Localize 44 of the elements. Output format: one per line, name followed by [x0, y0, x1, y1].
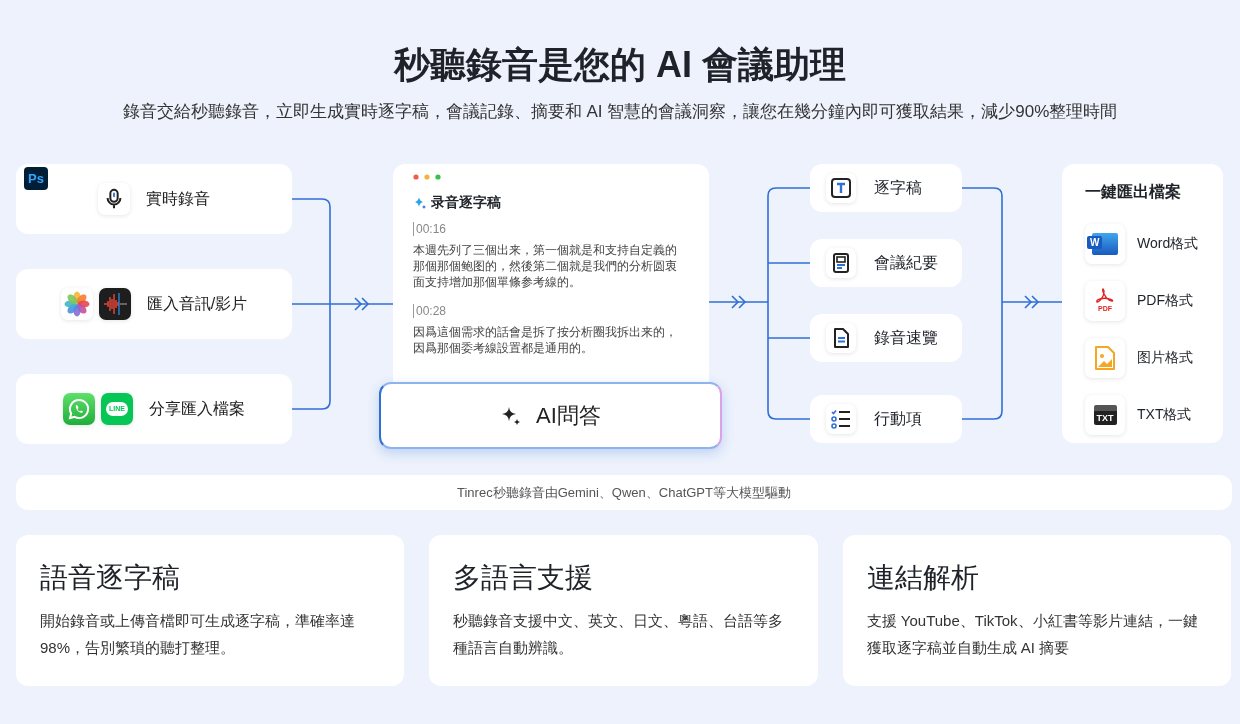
ai-qa-button[interactable]: AI問答: [379, 382, 722, 449]
output-label: 錄音速覽: [874, 327, 938, 348]
feature-title: 連結解析: [866, 561, 980, 595]
output-label: 行動項: [874, 408, 922, 429]
text-t-icon: [826, 173, 856, 203]
feature-title: 多語言支援: [453, 561, 595, 595]
feature-title: 語音逐字稿: [40, 561, 181, 595]
double-chevron-icon: [731, 295, 747, 309]
document-icon: [826, 323, 856, 353]
output-label: 會議紀要: [874, 252, 938, 273]
sparkle-icon: [413, 196, 427, 210]
feature-text: 支援 YouTube、TikTok、小紅書等影片連結，一鍵獲取逐字稿並自動生成 AI 摘要: [866, 611, 1199, 658]
export-title: 一鍵匯出檔案: [1085, 182, 1182, 202]
powered-by-text: Tinrec秒聽錄音由Gemini、Qwen、ChatGPT等大模型驅動: [457, 483, 791, 502]
transcript-text: 因爲這個需求的話會是拆了按分析圈我拆出来的，因爲那個委考線設置都是通用的。: [413, 325, 678, 356]
format-label: 图片格式: [1137, 348, 1193, 367]
source-label: 匯入音訊/影片: [146, 293, 248, 314]
transcript-title: 录音逐字稿: [431, 194, 501, 212]
notes-icon: [826, 248, 856, 278]
format-label: PDF格式: [1137, 291, 1193, 310]
window-dots-icon: [413, 174, 443, 180]
flower-icon: [60, 288, 93, 320]
app-badge: Ps: [24, 167, 48, 190]
waveform-icon: [98, 288, 131, 320]
transcript-text: 本週先列了三個出来，第一個就是和支持自定義的那個那個鲍图的，然後第二個就是我們的分析圆衷面支持增加那個單條参考線的。: [413, 243, 678, 290]
source-label: 實時錄音: [146, 188, 210, 209]
timestamp: 00:16: [413, 222, 689, 236]
source-label: 分享匯入檔案: [149, 398, 245, 419]
output-label: 逐字稿: [874, 177, 922, 198]
text-file-icon: TXT: [1085, 394, 1125, 435]
format-label: TXT格式: [1137, 405, 1192, 424]
timestamp: 00:28: [413, 304, 689, 318]
checklist-icon: [826, 404, 856, 434]
phone-bubble-icon: [63, 393, 95, 425]
microphone-icon: [98, 183, 130, 215]
page-subtitle: 錄音交給秒聽錄音，立即生成實時逐字稿，會議記錄、摘要和 AI 智慧的會議洞察，讓您在幾分鐘內即可獲取結果，減少90%整理時間: [121, 101, 1119, 123]
word-document-icon: W: [1085, 223, 1125, 264]
image-file-icon: [1085, 337, 1125, 378]
double-chevron-icon: [1024, 295, 1040, 309]
feature-text: 開始錄音或上傳音檔即可生成逐字稿，準確率達98%，告別繁瑣的聽打整理。: [40, 611, 356, 658]
format-label: Word格式: [1137, 234, 1199, 253]
page-title: 秒聽錄音是您的 AI 會議助理: [392, 43, 847, 87]
feature-text: 秒聽錄音支援中文、英文、日文、粵語、台語等多種語言自動辨識。: [453, 611, 785, 658]
double-chevron-icon: [354, 297, 370, 311]
